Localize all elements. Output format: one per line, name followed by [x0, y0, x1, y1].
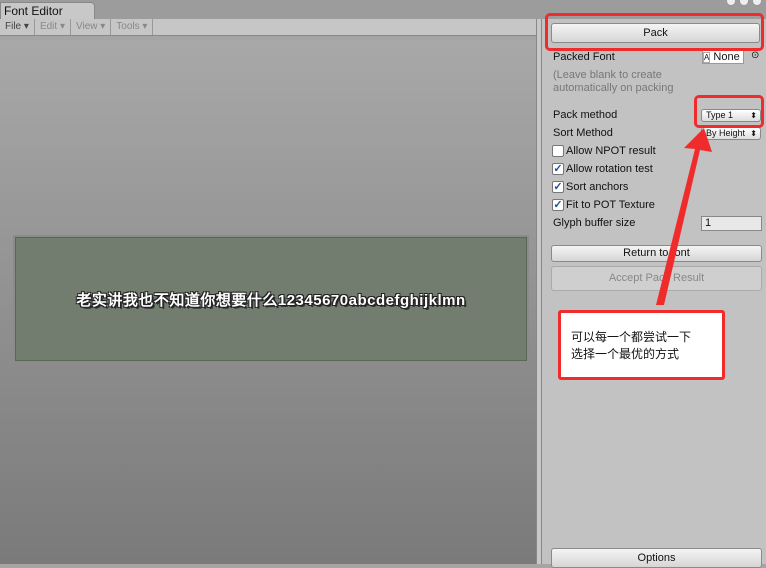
note-line: 可以每一个都尝试一下: [571, 330, 692, 344]
note-line: 选择一个最优的方式: [571, 347, 680, 361]
annotation-arrow: [656, 128, 712, 305]
arrow-shape: [656, 128, 712, 305]
annotation-note: 可以每一个都尝试一下 选择一个最优的方式: [558, 310, 725, 380]
